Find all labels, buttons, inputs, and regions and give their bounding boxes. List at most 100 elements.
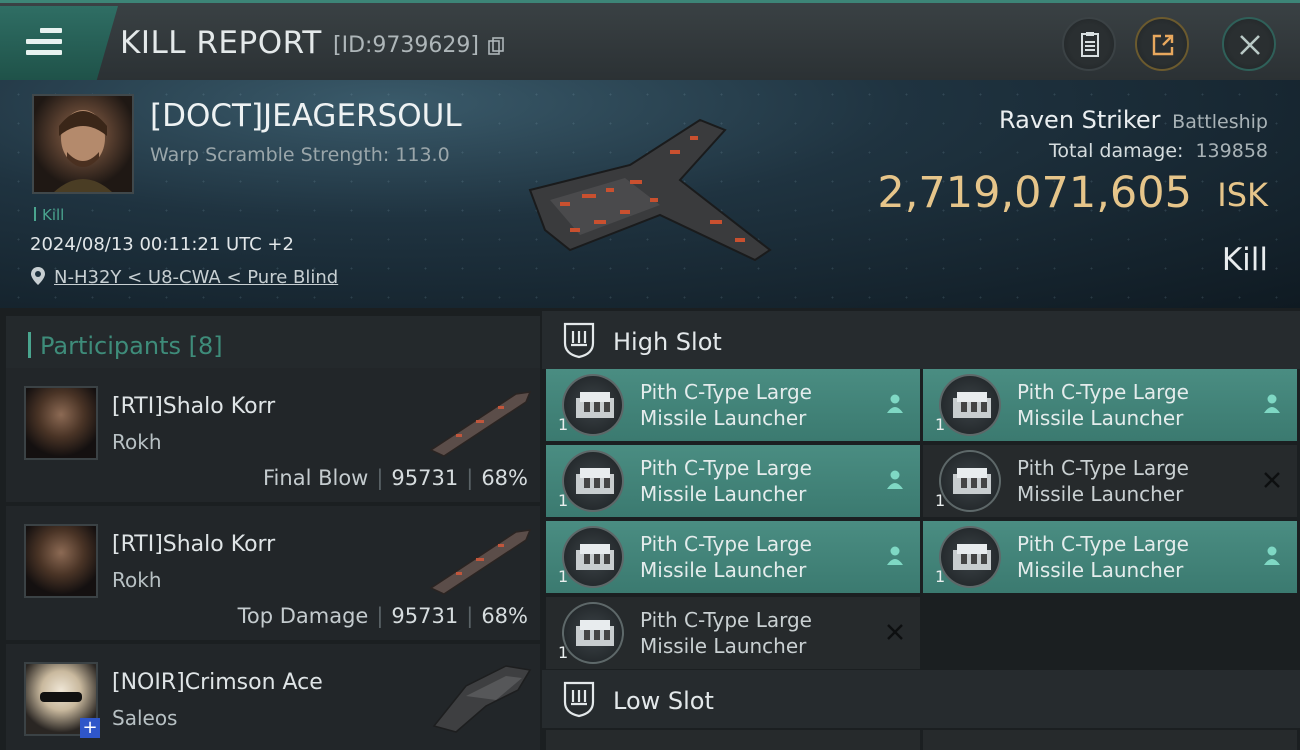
isk-unit: ISK — [1217, 176, 1268, 214]
dropped-person-icon — [887, 470, 903, 489]
participant-row[interactable]: [RTI]Shalo Korr Rokh Final Blow | 95731 | 68… — [6, 368, 540, 502]
close-icon — [1240, 35, 1260, 55]
missile-launcher-icon — [562, 526, 624, 588]
saleos-ship-icon — [432, 665, 532, 733]
participant-name: [RTI]Shalo Korr — [112, 394, 276, 419]
low-slot-header: Low Slot — [542, 670, 1300, 728]
close-button[interactable] — [1222, 17, 1276, 71]
low-slot-icon — [563, 681, 595, 718]
module-quantity: 1 — [558, 491, 569, 510]
fitted-module[interactable]: 1 Pith C-Type Large Missile Launcher — [923, 445, 1297, 517]
total-damage-value: 139858 — [1195, 140, 1268, 162]
fitted-module[interactable]: 1 Pith C-Type Large Missile Launcher — [923, 521, 1297, 593]
participant-role: Final Blow — [263, 466, 369, 490]
fitting-panel: High Slot 1 Pith C-Type Large Missile Lau… — [542, 308, 1300, 750]
missile-launcher-icon — [562, 374, 624, 436]
share-button[interactable] — [1135, 17, 1189, 71]
destroyed-x-icon — [887, 624, 903, 640]
high-slot-header: High Slot — [542, 311, 1300, 369]
isk-value: 2,719,071,605 — [877, 168, 1192, 218]
destroyed-x-icon — [1264, 472, 1280, 488]
participants-title: Participants [8] — [40, 332, 223, 360]
module-quantity: 1 — [935, 567, 946, 586]
module-name: Pith C-Type Large Missile Launcher — [640, 532, 812, 582]
total-damage: Total damage: 139858 — [1049, 140, 1268, 162]
top-bar: KILL REPORT [ID:9739629] — [0, 0, 1300, 80]
participant-row[interactable]: + [NOIR]Crimson Ace Saleos — [6, 644, 540, 750]
rokh-ship-icon — [429, 529, 532, 595]
share-icon — [1152, 34, 1174, 56]
participant-stats: Top Damage | 95731 | 68% — [237, 604, 528, 628]
fitted-module-partial[interactable] — [546, 730, 920, 750]
module-quantity: 1 — [558, 643, 569, 662]
participant-damage: 95731 — [391, 604, 459, 628]
copy-icon[interactable] — [488, 37, 504, 55]
menu-button[interactable] — [0, 6, 118, 80]
fitted-module[interactable]: 1 Pith C-Type Large Missile Launcher — [923, 369, 1297, 441]
rokh-ship-icon — [429, 391, 532, 457]
pilot-face-icon — [54, 110, 112, 192]
clipboard-button[interactable] — [1062, 17, 1116, 71]
missile-launcher-icon — [939, 526, 1001, 588]
missile-launcher-icon — [939, 450, 1001, 512]
missile-launcher-icon — [562, 602, 624, 664]
location-link[interactable]: N-H32Y < U8-CWA < Pure Blind — [54, 267, 338, 288]
participant-stats: Final Blow | 95731 | 68% — [263, 466, 528, 490]
fitted-module[interactable]: 1 Pith C-Type Large Missile Launcher — [546, 597, 920, 669]
participant-percent: 68% — [481, 466, 528, 490]
victim-portrait[interactable] — [32, 94, 134, 194]
kill-tag: Kill — [34, 206, 64, 224]
module-name: Pith C-Type Large Missile Launcher — [640, 380, 812, 430]
module-name: Pith C-Type Large Missile Launcher — [1017, 532, 1189, 582]
participant-ship: Rokh — [112, 430, 162, 454]
add-contact-icon[interactable]: + — [80, 718, 100, 738]
module-name: Pith C-Type Large Missile Launcher — [1017, 456, 1189, 506]
kill-datetime: 2024/08/13 00:11:21 UTC +2 — [30, 234, 294, 255]
participants-panel: Participants [8] [RTI]Shalo Korr Rokh Fi… — [0, 308, 542, 750]
clipboard-icon — [1081, 32, 1099, 57]
report-id: [ID:9739629] — [333, 33, 479, 58]
warp-scramble-strength: Warp Scramble Strength: 113.0 — [150, 144, 450, 166]
participant-role: Top Damage — [237, 604, 369, 628]
victim-ship-image — [528, 118, 772, 262]
victim-name[interactable]: [DOCT]JEAGERSOUL — [150, 98, 462, 134]
total-damage-label: Total damage: — [1049, 140, 1184, 162]
participant-name: [RTI]Shalo Korr — [112, 532, 276, 557]
fitted-module-partial[interactable] — [923, 730, 1297, 750]
module-quantity: 1 — [558, 567, 569, 586]
module-name: Pith C-Type Large Missile Launcher — [1017, 380, 1189, 430]
high-slot-label: High Slot — [613, 328, 722, 356]
menu-icon — [26, 28, 62, 58]
fitted-module[interactable]: 1 Pith C-Type Large Missile Launcher — [546, 445, 920, 517]
ship-class: Battleship — [1172, 111, 1268, 133]
participant-ship: Rokh — [112, 568, 162, 592]
page-title: KILL REPORT — [120, 25, 322, 61]
module-quantity: 1 — [935, 415, 946, 434]
participants-header: Participants [8] — [6, 316, 540, 372]
missile-launcher-icon — [562, 450, 624, 512]
ship-name: Raven Striker — [999, 106, 1161, 134]
participant-damage: 95731 — [391, 466, 459, 490]
high-slot-icon — [563, 322, 595, 359]
module-quantity: 1 — [558, 415, 569, 434]
dropped-person-icon — [887, 546, 903, 565]
participant-avatar[interactable] — [24, 386, 98, 460]
participant-avatar[interactable] — [24, 524, 98, 598]
module-name: Pith C-Type Large Missile Launcher — [640, 456, 812, 506]
participant-row[interactable]: [RTI]Shalo Korr Rokh Top Damage | 95731 | 68… — [6, 506, 540, 640]
victim-ship[interactable]: Raven Striker Battleship — [999, 106, 1268, 134]
participant-ship: Saleos — [112, 706, 178, 730]
fitted-module[interactable]: 1 Pith C-Type Large Missile Launcher — [546, 521, 920, 593]
result-label: Kill — [1221, 242, 1268, 278]
kill-summary-banner: [DOCT]JEAGERSOUL Warp Scramble Strength:… — [0, 80, 1300, 308]
dropped-person-icon — [1264, 394, 1280, 413]
fitted-module[interactable]: 1 Pith C-Type Large Missile Launcher — [546, 369, 920, 441]
dropped-person-icon — [887, 394, 903, 413]
module-name: Pith C-Type Large Missile Launcher — [640, 608, 812, 658]
module-quantity: 1 — [935, 491, 946, 510]
participant-name: [NOIR]Crimson Ace — [112, 670, 323, 695]
low-slot-label: Low Slot — [613, 687, 714, 715]
dropped-person-icon — [1264, 546, 1280, 565]
location-pin-icon — [31, 267, 45, 285]
participant-percent: 68% — [481, 604, 528, 628]
